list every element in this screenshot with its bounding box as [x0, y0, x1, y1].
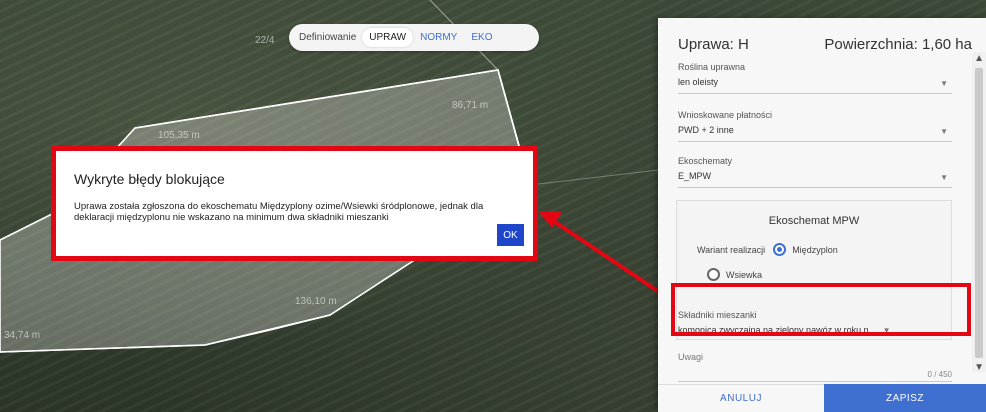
save-button[interactable]: ZAPISZ	[824, 384, 986, 412]
edge-length-label: 105,35 m	[158, 130, 200, 141]
cancel-button[interactable]: ANULUJ	[658, 384, 824, 412]
tab-eko[interactable]: EKO	[464, 28, 499, 47]
radio-miedzyplon-label[interactable]: Międzyplon	[792, 245, 838, 255]
notes-field[interactable]: Uwagi 0 / 450	[678, 352, 952, 382]
radio-wsiewka[interactable]	[707, 268, 720, 281]
edge-length-label: 86,71 m	[452, 100, 489, 111]
ecoschemes-select[interactable]: Ekoschematy E_MPW ▼	[678, 156, 952, 188]
dialog-title: Wykryte błędy blokujące	[74, 171, 225, 187]
field-value: len oleisty	[678, 77, 719, 87]
dialog-message: Uprawa została zgłoszona do ekoschematu …	[74, 201, 484, 223]
highlight-frame	[671, 283, 971, 336]
crop-plant-select[interactable]: Roślina uprawna len oleisty ▼	[678, 62, 952, 94]
variant-label: Wariant realizacji	[697, 244, 766, 255]
field-label: Roślina uprawna	[678, 62, 746, 72]
panel-actions: ANULUJ ZAPISZ	[658, 384, 986, 412]
ecoscheme-title: Ekoschemat MPW	[768, 215, 860, 227]
edge-length-label: 34,74 m	[4, 330, 41, 341]
chevron-down-icon: ▼	[940, 173, 948, 182]
radio-miedzyplon[interactable]	[773, 243, 787, 256]
blocking-errors-dialog: Wykryte błędy blokujące Uprawa została z…	[51, 146, 538, 261]
scroll-up-icon[interactable]: ▲	[974, 53, 984, 64]
radio-wsiewka-label[interactable]: Wsiewka	[726, 270, 762, 280]
panel-header: Uprawa: H Powierzchnia: 1,60 ha	[658, 18, 986, 53]
area-title: Powierzchnia: 1,60 ha	[824, 36, 972, 53]
field-value: PWD + 2 inne	[678, 125, 734, 135]
field-label: Ekoschematy	[678, 156, 733, 166]
chevron-down-icon: ▼	[940, 79, 948, 88]
notes-counter: 0 / 450	[678, 370, 952, 382]
ok-button[interactable]: OK	[497, 224, 524, 246]
chevron-down-icon: ▼	[940, 127, 948, 136]
edge-length-label: 136,10 m	[295, 296, 337, 307]
scrollbar-thumb[interactable]	[975, 68, 983, 358]
scroll-down-icon[interactable]: ▼	[974, 362, 984, 373]
tab-upraw[interactable]: UPRAW	[362, 28, 414, 47]
notes-label: Uwagi	[678, 352, 704, 362]
crop-details-panel: Uprawa: H Powierzchnia: 1,60 ha ▲ ▼ Rośl…	[658, 18, 986, 412]
field-value: E_MPW	[678, 171, 712, 181]
crop-title: Uprawa: H	[678, 36, 749, 53]
field-label: Wnioskowane płatności	[678, 110, 773, 120]
payments-select[interactable]: Wnioskowane płatności PWD + 2 inne ▼	[678, 110, 952, 142]
mode-bar-label: Definiowanie	[299, 32, 357, 43]
tab-normy[interactable]: NORMY	[413, 28, 464, 47]
parcel-number-label: 22/4	[255, 35, 275, 46]
definition-mode-bar: Definiowanie UPRAW NORMY EKO	[289, 24, 539, 51]
